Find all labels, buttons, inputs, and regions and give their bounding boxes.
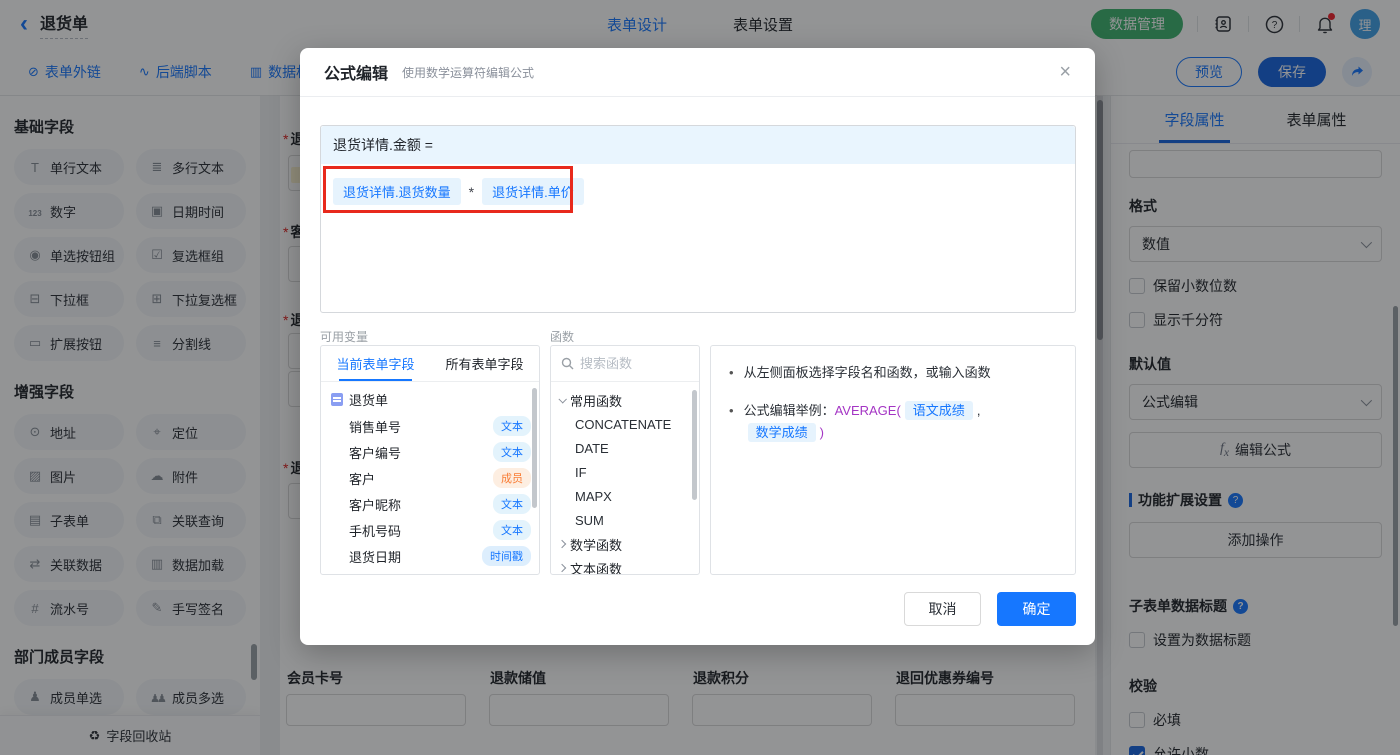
variable-row[interactable]: 销售单号 文本 <box>321 413 539 439</box>
variables-scrollbar[interactable] <box>532 388 537 508</box>
fn-group-text[interactable]: 文本函数 <box>551 556 699 574</box>
formula-editor: 退货详情.金额 = 退货详情.退货数量 * 退货详情.单价 <box>320 125 1076 313</box>
variable-row[interactable]: 客户编号 文本 <box>321 439 539 465</box>
variable-row[interactable]: 客户 成员 <box>321 465 539 491</box>
caret-right-icon <box>557 539 567 549</box>
example-token: 语文成绩 <box>904 401 973 420</box>
example-token: 数学成绩 <box>747 423 816 442</box>
type-badge: 成员 <box>493 468 531 488</box>
type-badge: 时间戳 <box>482 546 531 566</box>
formula-edit-modal: 公式编辑 使用数学运算符编辑公式 × 退货详情.金额 = 退货详情.退货数量 *… <box>300 48 1095 645</box>
functions-scrollbar[interactable] <box>692 390 697 500</box>
fn-item[interactable]: DATE <box>551 436 699 460</box>
type-badge: 文本 <box>493 442 531 462</box>
tab-all-form-fields[interactable]: 所有表单字段 <box>430 346 539 381</box>
bullet: • <box>729 365 734 380</box>
variables-label: 可用变量 <box>320 330 369 344</box>
tips-pane: • 从左侧面板选择字段名和函数，或输入函数 • 公式编辑举例：AVERAGE(语文… <box>710 345 1076 575</box>
modal-title: 公式编辑 <box>324 66 389 83</box>
type-badge: 文本 <box>493 416 531 436</box>
fn-item[interactable]: CONCATENATE <box>551 412 699 436</box>
formula-input-area[interactable]: 退货详情.退货数量 * 退货详情.单价 <box>321 164 1075 219</box>
fn-item[interactable]: IF <box>551 460 699 484</box>
formula-token-left[interactable]: 退货详情.退货数量 <box>333 178 461 205</box>
function-search[interactable] <box>551 346 699 382</box>
tab-current-form-fields[interactable]: 当前表单字段 <box>321 346 430 381</box>
caret-right-icon <box>557 563 567 573</box>
tip-example: 公式编辑举例：AVERAGE(语文成绩 ,数学成绩) <box>743 401 981 442</box>
formula-target: 退货详情.金额 = <box>321 126 1075 164</box>
cancel-button[interactable]: 取消 <box>904 592 981 626</box>
variable-row[interactable]: 手机号码 文本 <box>321 517 539 543</box>
close-icon[interactable]: × <box>1059 62 1071 82</box>
variable-row[interactable]: 客户昵称 文本 <box>321 491 539 517</box>
variables-pane: 当前表单字段 所有表单字段 退货单 销售单号 文本 客户编号 文本 客户 成员 客户昵… <box>320 345 540 575</box>
formula-operator: * <box>468 183 475 200</box>
fn-group-common[interactable]: 常用函数 <box>551 388 699 412</box>
search-icon <box>561 357 574 370</box>
function-search-input[interactable] <box>580 356 680 371</box>
type-badge: 文本 <box>493 494 531 514</box>
confirm-button[interactable]: 确定 <box>997 592 1076 626</box>
type-badge: 文本 <box>493 520 531 540</box>
document-icon <box>331 393 343 406</box>
caret-down-icon <box>558 395 567 404</box>
variable-row[interactable]: 退货日期 时间戳 <box>321 543 539 569</box>
bullet: • <box>729 403 734 418</box>
fn-item[interactable]: SUM <box>551 508 699 532</box>
functions-pane: 常用函数 CONCATENATE DATE IF MAPX SUM 数学函数 文… <box>550 345 700 575</box>
modal-subtitle: 使用数学运算符编辑公式 <box>402 65 535 80</box>
formula-token-right[interactable]: 退货详情.单价 <box>482 178 584 205</box>
fn-group-math[interactable]: 数学函数 <box>551 532 699 556</box>
fn-item[interactable]: MAPX <box>551 484 699 508</box>
tip-text: 从左侧面板选择字段名和函数，或输入函数 <box>743 365 991 380</box>
tree-root-form[interactable]: 退货单 <box>321 382 539 413</box>
functions-label: 函数 <box>550 330 575 344</box>
